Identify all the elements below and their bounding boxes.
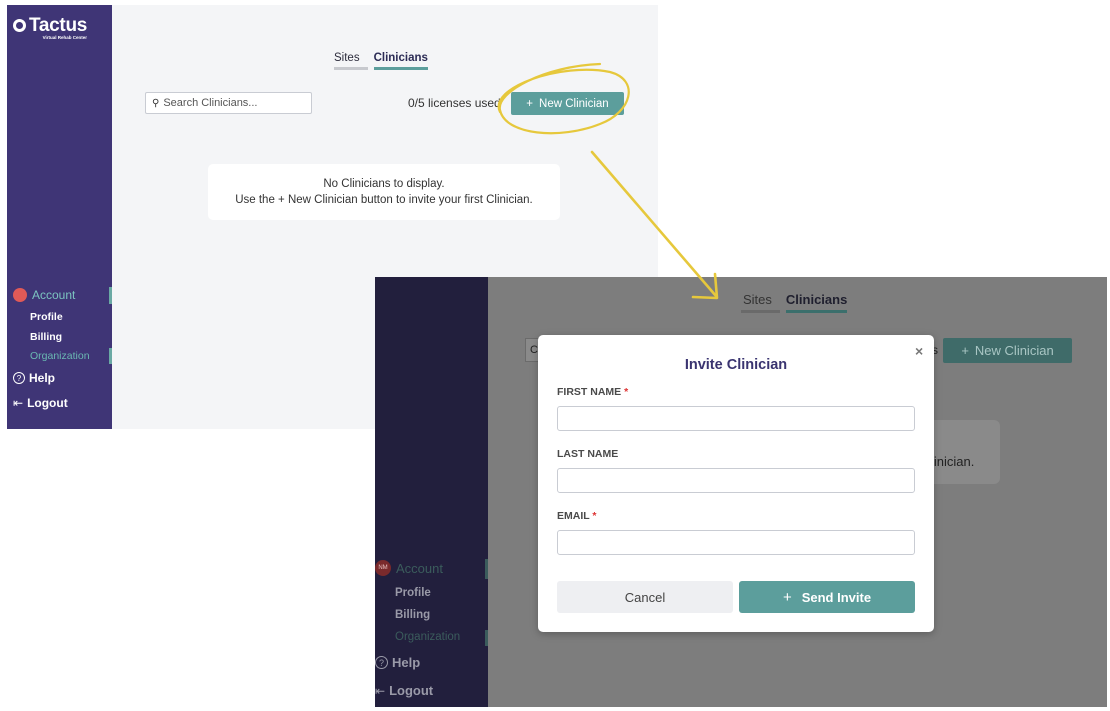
cancel-button[interactable]: Cancel [557, 581, 733, 613]
nav-billing[interactable]: Billing [30, 331, 62, 343]
first-name-label: FIRST NAME * [557, 386, 629, 398]
plus-icon: + [782, 588, 792, 606]
first-name-field[interactable] [557, 406, 915, 431]
screenshot-invite-modal: NM Account Profile Billing Organization … [375, 277, 1107, 707]
nav-billing[interactable]: Billing [395, 609, 430, 621]
tab-bar: Sites Clinicians [741, 292, 848, 313]
invite-clinician-modal: Invite Clinician × FIRST NAME * LAST NAM… [538, 335, 934, 632]
tab-sites[interactable]: Sites [334, 52, 368, 70]
avatar [13, 288, 27, 302]
email-label: EMAIL * [557, 510, 597, 522]
send-invite-button[interactable]: + Send Invite [739, 581, 915, 613]
close-icon[interactable]: × [915, 343, 923, 359]
organization-active-marker [485, 630, 488, 646]
account-active-marker [109, 287, 112, 304]
nav-organization[interactable]: Organization [395, 631, 460, 643]
nav-logout[interactable]: ⇤ Logout [13, 396, 68, 410]
last-name-label: LAST NAME [557, 448, 619, 460]
brand-name: Tactus [29, 15, 88, 36]
modal-title: Invite Clinician [684, 357, 788, 373]
nav-profile[interactable]: Profile [395, 587, 431, 599]
new-clinician-button[interactable]: + New Clinician [511, 92, 624, 115]
tab-clinicians[interactable]: Clinicians [373, 52, 428, 70]
last-name-field[interactable] [557, 468, 915, 493]
empty-state-hint: Use the + New Clinician button to invite… [235, 194, 533, 206]
sidebar: NM Account Profile Billing Organization … [375, 277, 488, 707]
nav-organization[interactable]: Organization [30, 350, 90, 362]
email-field[interactable] [557, 530, 915, 555]
account-active-marker [485, 559, 488, 579]
nav-help[interactable]: ? Help [375, 655, 420, 670]
logo: Tactus Virtual Rehab Center [13, 15, 88, 41]
nav-logout[interactable]: ⇤ Logout [375, 683, 433, 698]
logo-icon [13, 19, 26, 32]
tab-sites[interactable]: Sites [741, 292, 780, 313]
search-icon: ⚲ [152, 97, 160, 109]
nav-account[interactable]: Account [13, 288, 75, 302]
help-icon: ? [13, 372, 25, 384]
tab-bar: Sites Clinicians [334, 52, 428, 70]
help-icon: ? [375, 656, 388, 669]
empty-state-card: No Clinicians to display. Use the + New … [208, 164, 560, 220]
empty-state-title: No Clinicians to display. [323, 178, 445, 190]
search-input[interactable]: ⚲ Search Clinicians... [145, 92, 312, 114]
tab-clinicians[interactable]: Clinicians [785, 292, 848, 313]
plus-icon: + [961, 343, 969, 358]
logout-icon: ⇤ [13, 396, 24, 410]
plus-icon: + [526, 97, 534, 110]
nav-profile[interactable]: Profile [30, 311, 63, 323]
new-clinician-button[interactable]: + New Clinician [943, 338, 1072, 363]
logout-icon: ⇤ [375, 683, 386, 698]
avatar: NM [375, 560, 391, 576]
organization-active-marker [109, 348, 112, 364]
nav-help[interactable]: ? Help [13, 371, 55, 385]
license-count: 0/5 licenses used [408, 96, 501, 110]
nav-account[interactable]: NM Account [375, 560, 443, 576]
sidebar: Tactus Virtual Rehab Center Account Prof… [7, 5, 112, 429]
